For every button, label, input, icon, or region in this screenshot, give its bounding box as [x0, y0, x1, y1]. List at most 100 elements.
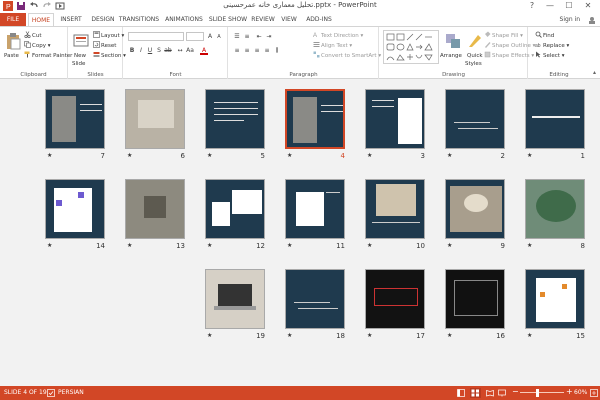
font-color-button[interactable]: A: [200, 47, 208, 55]
zoom-in-button[interactable]: +: [566, 385, 573, 399]
new-slide-button[interactable]: New: [74, 52, 86, 60]
normal-view-icon[interactable]: [457, 389, 465, 397]
transition-star-icon[interactable]: ★: [367, 152, 372, 159]
shape-effects-button[interactable]: Shape Effects ▾: [484, 51, 534, 60]
tab-file[interactable]: FILE: [0, 13, 26, 26]
columns-button[interactable]: ⫼: [273, 47, 281, 55]
slide-thumbnail-11[interactable]: [285, 179, 345, 239]
paste-icon[interactable]: [4, 32, 22, 50]
slide-thumbnail-10[interactable]: [365, 179, 425, 239]
slide-thumbnail-8[interactable]: [525, 179, 585, 239]
slide-thumbnail-6[interactable]: [125, 89, 185, 149]
slide-thumbnail-2[interactable]: [445, 89, 505, 149]
transition-star-icon[interactable]: ★: [447, 242, 452, 249]
transition-star-icon[interactable]: ★: [447, 152, 452, 159]
collapse-ribbon-icon[interactable]: ▴: [593, 69, 596, 76]
transition-star-icon[interactable]: ★: [527, 242, 532, 249]
italic-button[interactable]: I: [137, 47, 145, 55]
grow-font-button[interactable]: A: [206, 33, 214, 41]
sign-in-link[interactable]: Sign in: [560, 13, 580, 26]
cut-button[interactable]: Cut: [24, 31, 41, 40]
slide-show-view-icon[interactable]: [498, 389, 506, 397]
slide-thumbnail-13[interactable]: [125, 179, 185, 239]
shape-fill-button[interactable]: Shape Fill ▾: [484, 31, 523, 40]
section-button[interactable]: Section ▾: [93, 51, 126, 60]
convert-smartart-button[interactable]: Convert to SmartArt ▾: [313, 51, 381, 60]
change-case-button[interactable]: Aa: [186, 47, 194, 55]
transition-star-icon[interactable]: ★: [47, 152, 52, 159]
slide-thumbnail-16[interactable]: [445, 269, 505, 329]
transition-star-icon[interactable]: ★: [527, 152, 532, 159]
paste-button[interactable]: Paste: [4, 52, 19, 60]
shrink-font-button[interactable]: A: [215, 33, 223, 41]
strikethrough-button[interactable]: ab: [164, 47, 172, 55]
language-indicator[interactable]: PERSIAN: [58, 386, 84, 400]
tab-slide-show[interactable]: SLIDE SHOW: [208, 13, 248, 26]
user-avatar-icon[interactable]: [587, 16, 597, 24]
transition-star-icon[interactable]: ★: [127, 152, 132, 159]
transition-star-icon[interactable]: ★: [527, 332, 532, 339]
maximize-button[interactable]: ☐: [562, 0, 576, 12]
spell-check-icon[interactable]: [47, 389, 55, 397]
align-text-button[interactable]: Align Text ▾: [313, 41, 352, 50]
numbering-button[interactable]: ≡: [243, 33, 251, 41]
transition-star-icon[interactable]: ★: [127, 242, 132, 249]
underline-button[interactable]: U: [146, 47, 154, 55]
decrease-indent-button[interactable]: ⇤: [255, 33, 263, 41]
text-direction-button[interactable]: A Text Direction ▾: [313, 31, 363, 40]
transition-star-icon[interactable]: ★: [287, 242, 292, 249]
transition-star-icon[interactable]: ★: [207, 242, 212, 249]
shadow-button[interactable]: S: [155, 47, 163, 55]
select-button[interactable]: Select ▾: [535, 51, 564, 60]
tab-design[interactable]: DESIGN: [87, 13, 119, 26]
slide-thumbnail-3[interactable]: [365, 89, 425, 149]
minimize-button[interactable]: —: [543, 0, 557, 12]
tab-review[interactable]: REVIEW: [250, 13, 276, 26]
transition-star-icon[interactable]: ★: [367, 332, 372, 339]
reset-button[interactable]: Reset: [93, 41, 116, 50]
zoom-slider[interactable]: [520, 392, 564, 393]
help-button[interactable]: ?: [525, 0, 539, 12]
transition-star-icon[interactable]: ★: [287, 332, 292, 339]
fit-to-window-icon[interactable]: [590, 389, 598, 397]
transition-star-icon[interactable]: ★: [367, 242, 372, 249]
copy-button[interactable]: Copy ▾: [24, 41, 50, 50]
slide-thumbnail-18[interactable]: [285, 269, 345, 329]
tab-view[interactable]: VIEW: [278, 13, 300, 26]
align-left-button[interactable]: ≡: [233, 47, 241, 55]
bold-button[interactable]: B: [128, 47, 136, 55]
quick-styles-button-line2[interactable]: Styles: [465, 60, 482, 68]
reading-view-icon[interactable]: [486, 389, 494, 397]
transition-star-icon[interactable]: ★: [207, 332, 212, 339]
slide-thumbnail-7[interactable]: [45, 89, 105, 149]
slide-thumbnail-17[interactable]: [365, 269, 425, 329]
new-slide-button-line2[interactable]: Slide: [72, 60, 85, 68]
shapes-gallery[interactable]: [383, 30, 439, 64]
increase-indent-button[interactable]: ⇥: [265, 33, 273, 41]
justify-button[interactable]: ≡: [263, 47, 271, 55]
tab-transitions[interactable]: TRANSITIONS: [118, 13, 160, 26]
center-button[interactable]: ≡: [243, 47, 251, 55]
slide-thumbnail-1[interactable]: [525, 89, 585, 149]
slide-sorter-view-icon[interactable]: [470, 388, 481, 398]
slide-thumbnail-14[interactable]: [45, 179, 105, 239]
align-right-button[interactable]: ≡: [253, 47, 261, 55]
tab-insert[interactable]: INSERT: [56, 13, 86, 26]
tab-add-ins[interactable]: ADD-INS: [302, 13, 336, 26]
zoom-level[interactable]: 60%: [574, 386, 587, 400]
slide-thumbnail-15[interactable]: [525, 269, 585, 329]
zoom-out-button[interactable]: −: [512, 385, 519, 399]
quick-styles-icon[interactable]: [466, 32, 484, 50]
tab-animations[interactable]: ANIMATIONS: [162, 13, 206, 26]
arrange-icon[interactable]: [444, 32, 462, 50]
new-slide-icon[interactable]: [73, 32, 91, 50]
font-size-dropdown[interactable]: [186, 32, 204, 41]
transition-star-icon[interactable]: ★: [47, 242, 52, 249]
slide-thumbnail-5[interactable]: [205, 89, 265, 149]
slide-thumbnail-9[interactable]: [445, 179, 505, 239]
slide-thumbnail-12[interactable]: [205, 179, 265, 239]
transition-star-icon[interactable]: ★: [447, 332, 452, 339]
char-spacing-button[interactable]: ↔: [176, 47, 184, 55]
shape-outline-button[interactable]: Shape Outline ▾: [484, 41, 535, 50]
transition-star-icon[interactable]: ★: [207, 152, 212, 159]
